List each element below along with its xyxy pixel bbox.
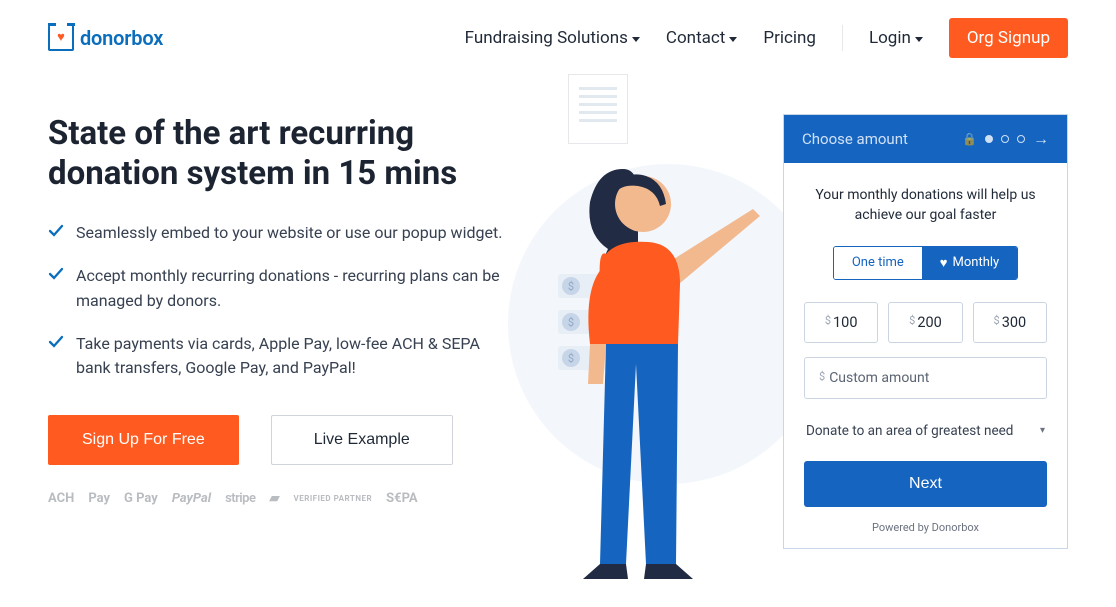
person-illustration <box>528 134 788 594</box>
feature-text: Accept monthly recurring donations - rec… <box>76 264 518 314</box>
feature-item: Take payments via cards, Apple Pay, low-… <box>48 332 518 382</box>
chevron-down-icon <box>729 37 737 42</box>
check-icon <box>48 266 64 282</box>
verified-badge-icon: ▰ <box>269 491 279 506</box>
apple-pay-logo: Pay <box>88 491 110 506</box>
arrow-right-icon[interactable]: → <box>1033 129 1049 149</box>
nav: Fundraising Solutions Contact Pricing Lo… <box>465 18 1068 58</box>
nav-login[interactable]: Login <box>869 28 923 48</box>
sepa-logo: S€PA <box>386 491 418 506</box>
designation-select[interactable]: Donate to an area of greatest need ▾ <box>804 419 1047 461</box>
feature-text: Take payments via cards, Apple Pay, low-… <box>76 332 518 382</box>
feature-item: Accept monthly recurring donations - rec… <box>48 264 518 314</box>
logo-text: donorbox <box>80 26 163 50</box>
widget-message: Your monthly donations will help us achi… <box>804 185 1047 226</box>
nav-login-label: Login <box>869 28 911 48</box>
custom-amount-input[interactable]: $Custom amount <box>804 357 1047 399</box>
payment-logos: ACH Pay G Pay PayPal stripe ▰ VERIFIED P… <box>48 491 518 506</box>
verified-partner-text: VERIFIED PARTNER <box>293 494 372 503</box>
next-button[interactable]: Next <box>804 461 1047 507</box>
chevron-down-icon <box>632 37 640 42</box>
logo-icon: ♥ <box>48 25 74 51</box>
widget-steps: 🔒 → <box>962 129 1049 149</box>
tab-one-time[interactable]: One time <box>834 247 922 279</box>
nav-fundraising-label: Fundraising Solutions <box>465 28 628 48</box>
step-dot <box>1017 135 1025 143</box>
signup-free-button[interactable]: Sign Up For Free <box>48 415 239 465</box>
nav-contact[interactable]: Contact <box>666 28 737 48</box>
amount-option-300[interactable]: $300 <box>973 302 1047 343</box>
nav-pricing[interactable]: Pricing <box>763 28 816 48</box>
nav-contact-label: Contact <box>666 28 725 48</box>
chevron-down-icon <box>915 37 923 42</box>
widget-header: Choose amount 🔒 → <box>784 115 1067 163</box>
headline: State of the art recurring donation syst… <box>48 114 518 193</box>
feature-text: Seamlessly embed to your website or use … <box>76 221 502 246</box>
step-dot-active <box>985 135 993 143</box>
feature-item: Seamlessly embed to your website or use … <box>48 221 518 246</box>
amount-option-200[interactable]: $200 <box>888 302 962 343</box>
check-icon <box>48 334 64 350</box>
step-dot <box>1001 135 1009 143</box>
heart-icon: ♥ <box>940 255 948 271</box>
frequency-tabs: One time ♥ Monthly <box>833 246 1018 280</box>
nav-fundraising[interactable]: Fundraising Solutions <box>465 28 640 48</box>
powered-by: Powered by Donorbox <box>804 521 1047 534</box>
org-signup-button[interactable]: Org Signup <box>949 18 1068 58</box>
donation-widget: Choose amount 🔒 → Your monthly donations… <box>783 114 1068 549</box>
feature-list: Seamlessly embed to your website or use … <box>48 221 518 381</box>
nav-separator <box>842 25 843 51</box>
live-example-button[interactable]: Live Example <box>271 415 453 465</box>
designation-label: Donate to an area of greatest need <box>806 423 1013 439</box>
tab-monthly-label: Monthly <box>953 255 1000 270</box>
ach-logo: ACH <box>48 491 74 506</box>
chevron-down-icon: ▾ <box>1040 425 1045 436</box>
nav-pricing-label: Pricing <box>763 28 816 48</box>
paypal-logo: PayPal <box>172 491 211 506</box>
check-icon <box>48 223 64 239</box>
google-pay-logo: G Pay <box>124 491 158 506</box>
logo[interactable]: ♥ donorbox <box>48 25 163 51</box>
amount-option-100[interactable]: $100 <box>804 302 878 343</box>
stripe-logo: stripe <box>225 491 255 506</box>
lock-icon: 🔒 <box>962 132 977 146</box>
tab-monthly[interactable]: ♥ Monthly <box>922 247 1017 279</box>
widget-title: Choose amount <box>802 130 908 148</box>
heart-icon: ♥ <box>57 31 65 44</box>
